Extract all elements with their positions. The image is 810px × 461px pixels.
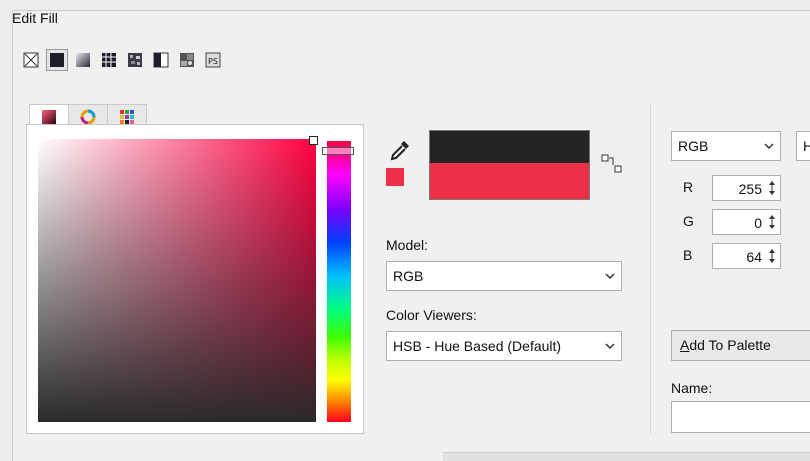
spinner-arrows-icon[interactable] [768,179,776,197]
section-divider [650,104,651,434]
model-select[interactable]: RGB [386,261,622,291]
color-wheel-icon [80,109,96,124]
swap-colors-button[interactable] [601,154,623,177]
hue-slider-handle[interactable] [322,147,354,155]
color-viewers-label: Color Viewers: [386,307,477,323]
model-select-value: RGB [393,268,424,284]
secondary-mode-value: H [803,138,810,154]
new-color-swatch [429,163,590,200]
color-mode-value: RGB [678,138,709,154]
vector-pattern-fill-button[interactable] [98,49,120,71]
swap-colors-icon [601,154,622,173]
color-viewers-value: HSB - Hue Based (Default) [393,338,562,354]
secondary-mode-select[interactable]: H [796,131,810,161]
g-value-field[interactable]: 0 [712,209,781,235]
color-models-icon [42,110,56,124]
color-viewers-select[interactable]: HSB - Hue Based (Default) [386,331,622,361]
no-fill-button[interactable] [20,49,42,71]
spinner-arrows-icon[interactable] [768,247,776,265]
color-position-handle[interactable] [309,136,318,145]
b-value: 64 [746,249,762,265]
r-label: R [683,179,694,195]
g-label: G [683,213,694,229]
two-color-pattern-fill-button[interactable] [150,49,172,71]
spinner-arrows-icon[interactable] [768,213,776,231]
saturation-brightness-square[interactable] [38,139,316,422]
postscript-fill-icon: PS [205,52,221,68]
hue-slider[interactable] [327,141,351,422]
uniform-fill-icon [50,53,64,67]
chevron-down-icon [605,343,615,350]
g-value: 0 [754,215,762,231]
fountain-fill-icon [76,53,90,67]
color-mode-select[interactable]: RGB [671,131,781,161]
new-color-mini-swatch [386,168,404,186]
postscript-fill-button[interactable]: PS [202,49,224,71]
chevron-down-icon [605,273,615,280]
texture-fill-button[interactable] [176,49,198,71]
eyedropper-button[interactable] [389,139,411,164]
texture-fill-icon [180,53,194,67]
eyedropper-icon [390,141,409,161]
palette-grid-icon [120,109,134,124]
b-value-field[interactable]: 64 [712,243,781,269]
uniform-fill-button[interactable] [46,49,68,71]
add-to-palette-label: dd To Palette [689,337,771,353]
bitmap-pattern-fill-button[interactable] [124,49,146,71]
dialog-title: Edit Fill [12,10,58,26]
r-value-field[interactable]: 255 [712,175,781,201]
add-to-palette-mnemonic: A [680,337,690,353]
b-label: B [683,247,693,263]
chevron-down-icon [764,143,774,150]
fill-type-toolbar: PS [20,49,224,71]
name-label: Name: [671,380,713,396]
model-label: Model: [386,237,429,253]
two-color-pattern-fill-icon [153,52,169,68]
vector-pattern-fill-icon [102,53,116,67]
postscript-fill-label: PS [208,57,218,66]
no-fill-icon [23,52,39,68]
name-input[interactable] [671,401,810,433]
bitmap-pattern-fill-icon [128,53,142,67]
r-value: 255 [738,181,762,197]
current-color-swatch [429,130,590,164]
fountain-fill-button[interactable] [72,49,94,71]
add-to-palette-button[interactable]: Add To Palette [671,330,810,361]
